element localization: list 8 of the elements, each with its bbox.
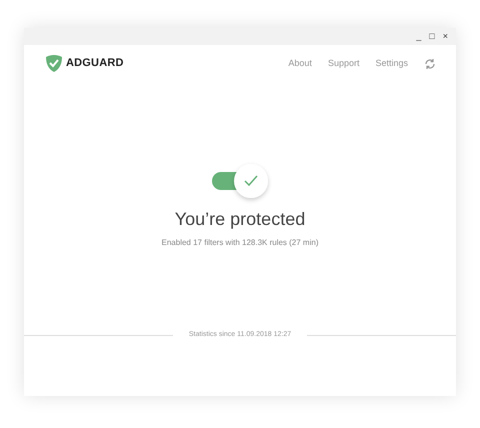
shield-logo-icon [46,55,62,72]
close-button[interactable]: × [442,32,448,41]
refresh-icon[interactable] [424,58,436,70]
minimize-button[interactable]: _ [416,32,422,41]
logo-text: ADGUARD [66,56,124,72]
maximize-button[interactable]: □ [429,32,435,41]
status-subtitle: Enabled 17 filters with 128.3K rules (27 min) [162,237,318,249]
status-title: You’re protected [174,208,306,231]
